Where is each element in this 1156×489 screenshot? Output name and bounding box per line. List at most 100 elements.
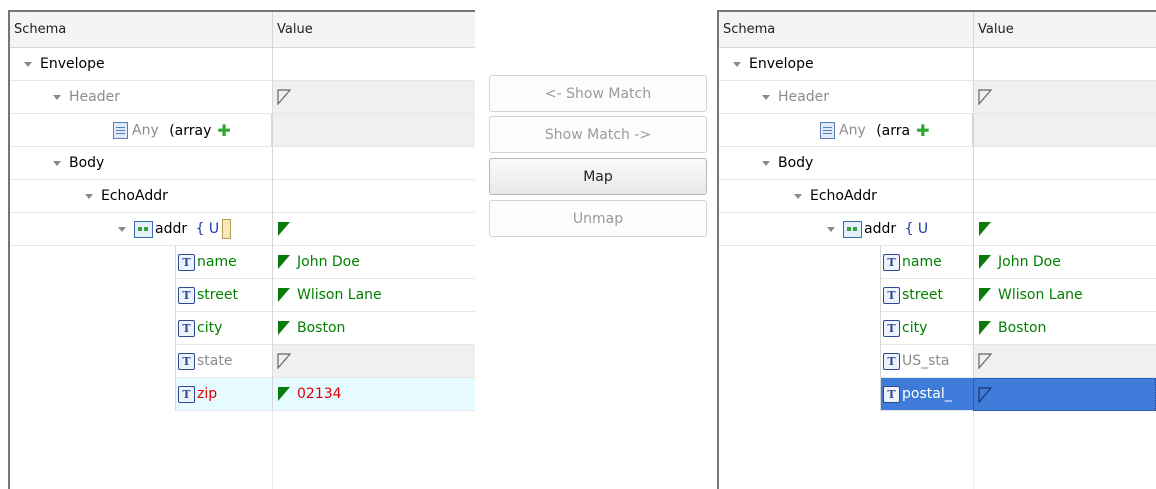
value-cell[interactable] [973,180,1156,213]
value-cell[interactable]: Boston [973,312,1156,345]
map-button[interactable]: Map [489,158,707,195]
tree-row[interactable]: addr { U [719,213,1156,246]
node-label: addr [155,221,188,237]
node-label: Any [839,122,866,139]
unmapped-indicator-icon [277,353,291,369]
collapse-arrow-icon[interactable] [53,94,61,100]
tree-row[interactable]: Envelope [719,48,1156,81]
value-text: John Doe [998,254,1061,270]
node-label: city [902,320,928,336]
value-cell[interactable] [973,345,1156,378]
mapped-indicator-icon [278,222,290,236]
text-type-icon: T [178,385,195,403]
show-match-left-button[interactable]: <- Show Match [489,75,707,112]
value-cell[interactable] [973,81,1156,114]
node-type: { U [195,221,220,237]
collapse-arrow-icon[interactable] [53,160,61,166]
tree-row[interactable]: EchoAddr [10,180,475,213]
tree-row-selected[interactable]: Tpostal_ [719,378,1156,411]
tree-row[interactable]: Tcity Boston [719,312,1156,345]
collapse-arrow-icon[interactable] [85,193,93,199]
value-cell[interactable]: John Doe [272,246,475,279]
collapse-arrow-icon[interactable] [733,61,741,67]
tree-row[interactable]: Tstreet Wlison Lane [10,279,475,312]
node-label: Header [778,89,829,105]
value-column-header[interactable]: Value [973,12,1156,48]
node-type: { U [904,221,929,237]
value-cell[interactable] [973,378,1156,411]
node-label: addr [864,221,897,237]
add-icon[interactable]: ✚ [217,114,230,146]
value-cell[interactable]: Wlison Lane [272,279,475,312]
tree-row[interactable]: addr { U [10,213,475,246]
value-cell[interactable] [272,213,475,246]
collapse-arrow-icon[interactable] [794,193,802,199]
tree-row[interactable]: Envelope [10,48,475,81]
tree-row[interactable]: T US_sta [719,345,1156,378]
tree-row[interactable]: Tcity Boston [10,312,475,345]
value-text: Wlison Lane [998,287,1083,303]
text-type-icon: T [883,352,900,370]
node-label: city [197,320,223,336]
struct-icon [843,220,862,238]
source-schema-tree[interactable]: Schema Value Envelope Header Any (array ✚… [8,10,475,489]
value-cell[interactable] [973,213,1156,246]
add-icon[interactable]: ✚ [916,114,929,146]
unmap-button[interactable]: Unmap [489,200,707,237]
collapse-arrow-icon[interactable] [762,94,770,100]
column-divider [973,411,974,489]
collapse-arrow-icon[interactable] [827,226,835,232]
schema-column-header[interactable]: Schema [719,12,973,48]
value-cell[interactable] [272,48,475,81]
tree-row[interactable]: Body [10,147,475,180]
value-column-header[interactable]: Value [272,12,475,48]
node-label: Any [132,122,159,139]
value-cell[interactable]: Boston [272,312,475,345]
node-label: Envelope [749,56,814,72]
tree-row[interactable]: Any (array ✚ [10,114,475,147]
tree-row[interactable]: Header [719,81,1156,114]
tree-row[interactable]: Body [719,147,1156,180]
value-cell[interactable] [973,48,1156,81]
document-icon [820,122,835,139]
value-text: John Doe [297,254,360,270]
collapse-arrow-icon[interactable] [24,61,32,67]
text-type-icon: T [883,385,900,403]
tree-row[interactable]: Tname John Doe [10,246,475,279]
value-text: Boston [998,320,1047,336]
tree-row[interactable]: Tname John Doe [719,246,1156,279]
value-cell[interactable] [272,180,475,213]
tree-row[interactable]: Tstreet Wlison Lane [719,279,1156,312]
tree-row[interactable]: Header [10,81,475,114]
text-type-icon: T [883,286,900,304]
document-icon [113,122,128,139]
value-cell[interactable]: 02134 [272,378,475,411]
value-cell[interactable]: John Doe [973,246,1156,279]
node-label: EchoAddr [101,188,168,204]
tree-row-selected[interactable]: Tzip 02134 [10,378,475,411]
tree-row[interactable]: Any (arra ✚ [719,114,1156,147]
target-schema-tree[interactable]: Schema Value Envelope Header Any (arra ✚ … [717,10,1156,489]
node-label: name [197,254,237,270]
tree-row[interactable]: EchoAddr [719,180,1156,213]
show-match-right-button[interactable]: Show Match -> [489,116,707,153]
value-cell[interactable] [272,147,475,180]
unmapped-indicator-icon [277,89,291,105]
tree-row[interactable]: Tstate [10,345,475,378]
schema-column-header[interactable]: Schema [10,12,272,48]
value-text: 02134 [297,386,342,402]
value-cell[interactable] [272,114,475,147]
mapped-indicator-icon [979,288,991,302]
collapse-arrow-icon[interactable] [762,160,770,166]
mapped-indicator-icon [278,255,290,269]
value-cell[interactable] [272,345,475,378]
value-cell[interactable] [272,81,475,114]
collapse-arrow-icon[interactable] [118,226,126,232]
mapped-indicator-icon [979,321,991,335]
mapped-indicator-icon [278,387,290,401]
node-label: state [197,353,233,369]
value-cell[interactable] [973,114,1156,147]
value-cell[interactable] [973,147,1156,180]
text-type-icon: T [178,253,195,271]
value-cell[interactable]: Wlison Lane [973,279,1156,312]
